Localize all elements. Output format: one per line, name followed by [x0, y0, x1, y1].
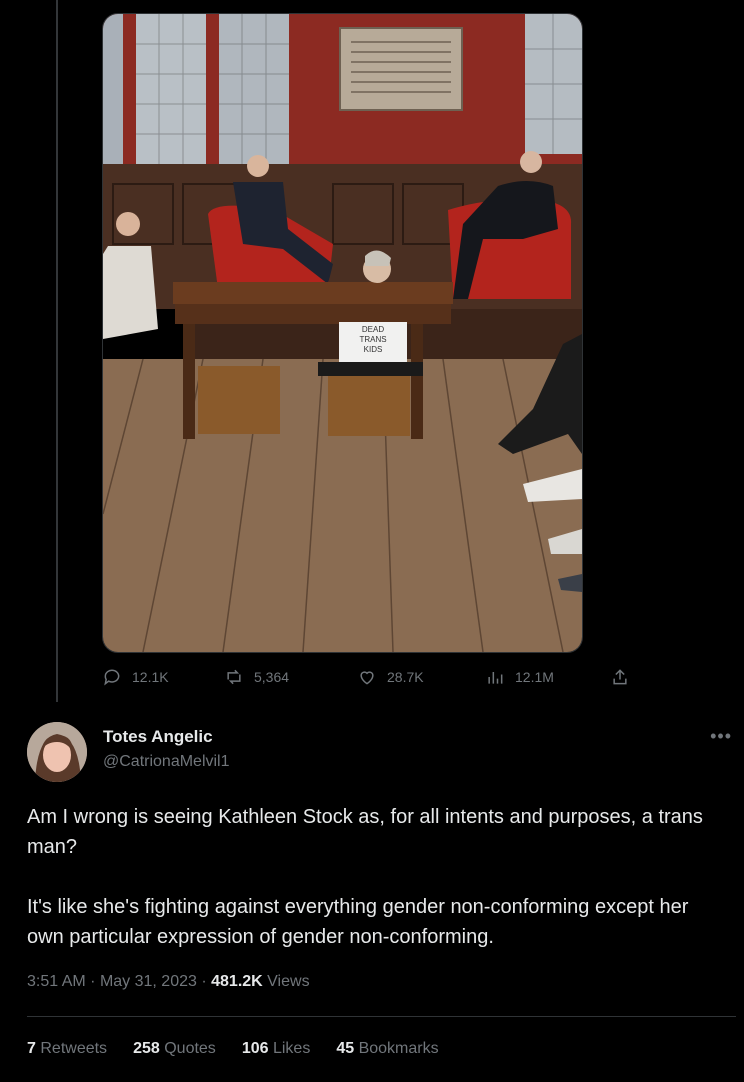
photo-illustration: DEAD TRANS KIDS [103, 14, 582, 652]
quotes-stat-label: Quotes [164, 1040, 216, 1057]
separator-dot: · [201, 973, 212, 990]
more-icon[interactable]: ••• [710, 726, 732, 747]
author-handle[interactable]: @CatrionaMelvil1 [103, 753, 230, 771]
reply-count: 12.1K [132, 669, 169, 685]
avatar[interactable] [27, 722, 87, 782]
bookmarks-stat[interactable]: 45 Bookmarks [336, 1040, 438, 1058]
like-icon [360, 671, 374, 685]
like-action[interactable]: 28.7K [357, 667, 424, 687]
thread-connector-line [56, 0, 58, 702]
avatar-image [27, 722, 87, 782]
wooden-box-right [328, 374, 410, 436]
shirt-text-line-3: KIDS [364, 345, 383, 354]
views-label: Views [267, 973, 310, 990]
share-icon [613, 669, 627, 685]
tweet-meta: 3:51 AM · May 31, 2023 · 481.2K Views [27, 973, 310, 991]
tweet-media-photo[interactable]: DEAD TRANS KIDS [102, 13, 583, 653]
stained-window-middle [219, 14, 289, 164]
wooden-box-left [198, 366, 280, 434]
tweet-paragraph: It's like she's fighting against everyth… [27, 896, 689, 948]
quotes-stat[interactable]: 258 Quotes [133, 1040, 216, 1058]
views-action[interactable]: 12.1M [485, 667, 554, 687]
author-display-name[interactable]: Totes Angelic [103, 727, 213, 747]
retweets-stat[interactable]: 7 Retweets [27, 1040, 107, 1058]
wall-plaque [339, 27, 463, 111]
separator-dot: · [90, 973, 100, 990]
wooden-table [173, 282, 453, 304]
divider [27, 1016, 736, 1017]
views-count: 12.1M [515, 669, 554, 685]
retweet-icon [227, 669, 241, 685]
views-total: 481.2K [211, 973, 263, 990]
retweets-stat-label: Retweets [40, 1040, 108, 1057]
stained-window-left [136, 14, 206, 164]
likes-stat[interactable]: 106 Likes [242, 1040, 311, 1058]
like-count: 28.7K [387, 669, 424, 685]
quotes-stat-count: 258 [133, 1040, 160, 1057]
views-icon [488, 672, 503, 684]
tweet-time[interactable]: 3:51 AM [27, 973, 86, 990]
reply-icon [104, 669, 120, 686]
retweet-action[interactable]: 5,364 [224, 667, 289, 687]
shirt-text-line-2: TRANS [359, 335, 386, 344]
retweet-count: 5,364 [254, 669, 290, 685]
tweet-paragraph: Am I wrong is seeing Kathleen Stock as, … [27, 806, 703, 858]
seated-audience-left [103, 246, 158, 339]
tweet-text: Am I wrong is seeing Kathleen Stock as, … [27, 802, 727, 982]
share-action[interactable] [610, 667, 630, 687]
tweet-date[interactable]: May 31, 2023 [100, 973, 197, 990]
engagement-stats: 7 Retweets 258 Quotes 106 Likes 45 Bookm… [27, 1040, 439, 1058]
reply-action[interactable]: 12.1K [102, 667, 169, 687]
bookmarks-stat-label: Bookmarks [358, 1040, 439, 1057]
likes-stat-count: 106 [241, 1040, 269, 1057]
shirt-text-line-1: DEAD [362, 325, 384, 334]
tweet-action-bar: 12.1K 5,364 28.7K 12.1M [102, 667, 642, 693]
likes-stat-label: Likes [272, 1040, 311, 1057]
retweets-stat-count: 7 [27, 1040, 36, 1057]
bookmarks-stat-count: 45 [336, 1040, 355, 1057]
